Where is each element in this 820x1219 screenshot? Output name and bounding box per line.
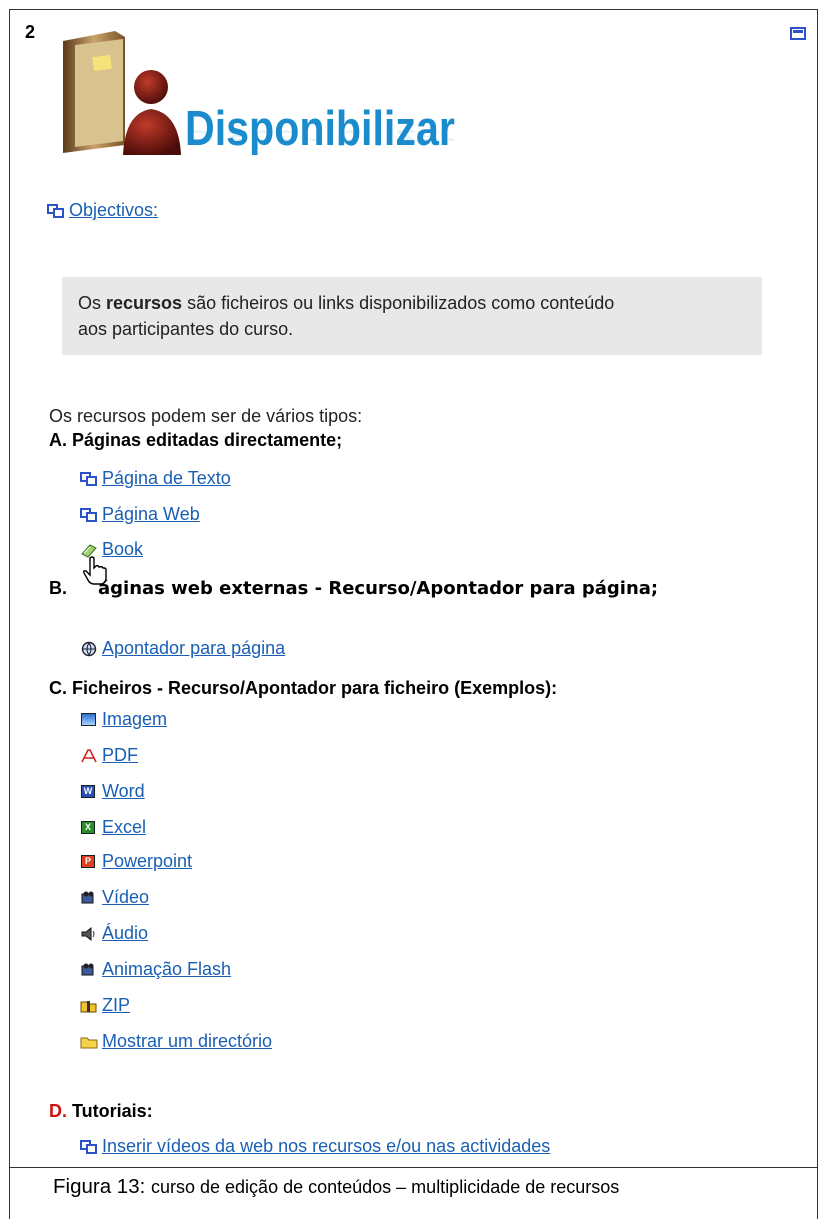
zip-file-icon	[80, 998, 98, 1014]
word-file-icon: W	[80, 784, 98, 800]
link-animacao-flash[interactable]: Animação Flash	[102, 959, 231, 980]
excel-file-icon: X	[80, 820, 98, 836]
video-file-icon	[80, 890, 98, 906]
link-audio[interactable]: Áudio	[102, 923, 148, 944]
section-b-prefix: B.	[49, 578, 73, 598]
figure-caption: Figura 13: curso de edição de conteúdos …	[53, 1175, 619, 1199]
link-mostrar-directorio[interactable]: Mostrar um directório	[102, 1031, 272, 1052]
globe-link-icon	[80, 641, 98, 657]
info-box: Os recursos são ficheiros ou links dispo…	[62, 277, 762, 355]
caption-text: curso de edição de conteúdos – multiplic…	[151, 1177, 620, 1197]
link-apontador-pagina[interactable]: Apontador para página	[102, 638, 285, 659]
folder-icon	[80, 1034, 98, 1050]
section-b-text: áginas web externas - Recurso/Apontador …	[98, 578, 659, 599]
link-imagem[interactable]: Imagem	[102, 709, 167, 730]
objectives-link[interactable]: Objectivos:	[69, 200, 158, 221]
window-icon	[47, 203, 65, 219]
link-excel[interactable]: Excel	[102, 817, 146, 838]
image-file-icon	[80, 712, 98, 728]
list-item[interactable]: Animação Flash	[80, 959, 231, 980]
section-a-heading: A. Páginas editadas directamente;	[49, 430, 343, 450]
objectives-row[interactable]: Objectivos:	[47, 200, 158, 221]
info-text-line2: aos participantes do curso.	[78, 319, 294, 339]
section-d-letter: D.	[49, 1101, 67, 1121]
link-pagina-web[interactable]: Página Web	[102, 504, 200, 525]
list-item[interactable]: Vídeo	[80, 887, 149, 908]
link-inserir-videos[interactable]: Inserir vídeos da web nos recursos e/ou …	[102, 1136, 550, 1157]
flash-file-icon	[80, 962, 98, 978]
section-d-text: Tutoriais:	[67, 1101, 153, 1121]
section-b-heading: B. áginas web externas - Recurso/Apontad…	[49, 578, 658, 599]
list-item[interactable]: Imagem	[80, 709, 167, 730]
section-d-heading: D. Tutoriais:	[49, 1101, 153, 1122]
list-item[interactable]: Página de Texto	[80, 468, 231, 489]
link-word[interactable]: Word	[102, 781, 145, 802]
link-zip[interactable]: ZIP	[102, 995, 130, 1016]
section-c-heading: C. Ficheiros - Recurso/Apontador para fi…	[49, 678, 558, 698]
list-item[interactable]: Página Web	[80, 504, 200, 525]
info-text-pre: Os	[78, 293, 107, 313]
list-item[interactable]: Áudio	[80, 923, 148, 944]
caption-prefix: Figura 13:	[53, 1175, 151, 1198]
window-icon	[80, 471, 98, 487]
folder-user-icon	[63, 31, 181, 155]
link-pdf[interactable]: PDF	[102, 745, 138, 766]
list-item[interactable]: W Word	[80, 781, 145, 802]
section-number: 2	[25, 22, 36, 42]
list-item[interactable]: X Excel	[80, 817, 146, 838]
link-video[interactable]: Vídeo	[102, 887, 149, 908]
intro-text: Os recursos podem ser de vários tipos:	[49, 406, 363, 426]
link-book[interactable]: Book	[102, 539, 143, 560]
audio-file-icon	[80, 926, 98, 942]
powerpoint-file-icon: P	[80, 854, 98, 870]
pdf-file-icon	[80, 748, 98, 764]
window-icon	[80, 507, 98, 523]
collapse-section-icon[interactable]	[790, 27, 806, 40]
info-text-post: são ficheiros ou links disponibilizados …	[182, 293, 615, 313]
list-item[interactable]: Mostrar um directório	[80, 1031, 272, 1052]
link-powerpoint[interactable]: Powerpoint	[102, 851, 192, 872]
info-text-bold: recursos	[106, 293, 183, 313]
list-item[interactable]: ZIP	[80, 995, 130, 1016]
list-item[interactable]: PDF	[80, 745, 138, 766]
list-item[interactable]: Apontador para página	[80, 638, 285, 659]
banner-title-reflection: Disponibilizar	[185, 126, 455, 148]
link-pagina-texto[interactable]: Página de Texto	[102, 468, 231, 489]
list-item[interactable]: Inserir vídeos da web nos recursos e/ou …	[80, 1136, 550, 1157]
window-icon	[80, 1139, 98, 1155]
list-item[interactable]: P Powerpoint	[80, 851, 192, 872]
